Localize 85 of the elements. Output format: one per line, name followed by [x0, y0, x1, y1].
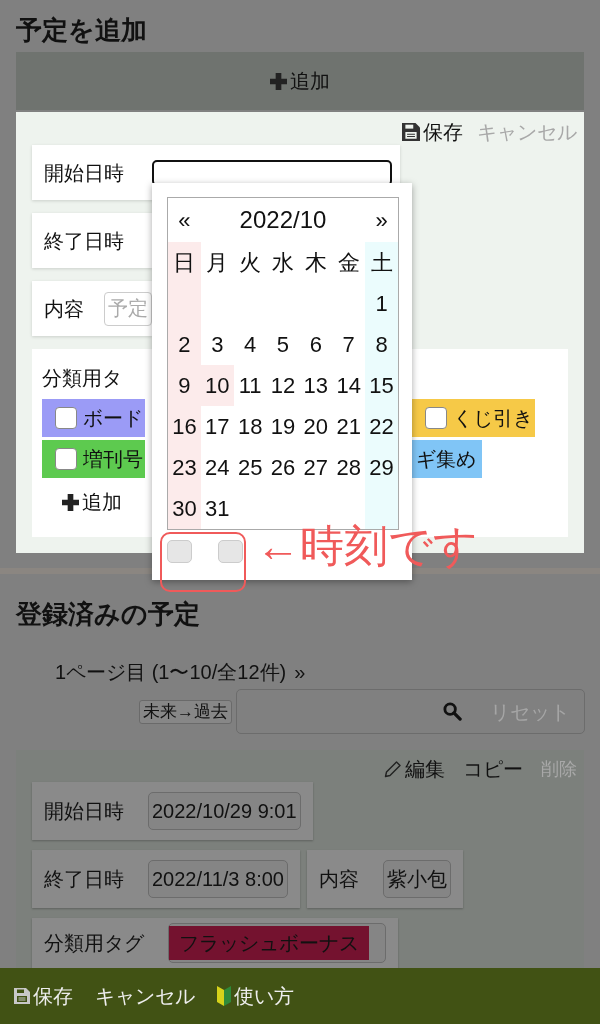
calendar-day[interactable]: 22 — [365, 406, 398, 447]
calendar-day[interactable]: 8 — [365, 324, 398, 365]
calendar-day[interactable]: 26 — [266, 447, 300, 488]
add-tag-button[interactable]: 追加 — [62, 490, 122, 514]
field-label: 内容 — [319, 867, 359, 892]
calendar-day[interactable]: 17 — [200, 406, 234, 447]
calendar-day[interactable]: 10 — [200, 365, 234, 406]
tag-chip[interactable]: くじ引き — [412, 399, 535, 437]
search-icon — [443, 702, 462, 721]
save-icon — [402, 123, 420, 141]
field-value: 2022/10/29 9:01 — [148, 792, 301, 830]
calendar-day[interactable]: 31 — [200, 488, 234, 529]
calendar-day[interactable]: 27 — [299, 447, 333, 488]
tag-chip: フラッシュボーナス — [169, 926, 369, 960]
prev-month-button[interactable]: « — [168, 198, 201, 242]
calendar-day[interactable]: 15 — [365, 365, 398, 406]
checkbox[interactable] — [425, 407, 447, 429]
plus-icon — [270, 72, 287, 90]
save-button[interactable]: 保存 — [14, 981, 73, 1011]
calendar-day[interactable]: 21 — [332, 406, 366, 447]
edit-button[interactable]: 編集 — [384, 756, 445, 782]
tag-group-label: 分類用タ — [42, 366, 122, 391]
section-title: 登録済みの予定 — [14, 598, 201, 631]
save-button[interactable]: 保存 — [402, 119, 463, 145]
field-label: 終了日時 — [44, 228, 124, 254]
calendar-day[interactable]: 16 — [168, 406, 201, 447]
two-tone-mark-icon — [217, 986, 231, 1006]
calendar-day[interactable]: 9 — [168, 365, 201, 406]
calendar-day[interactable]: 19 — [266, 406, 300, 447]
calendar-day[interactable]: 28 — [332, 447, 366, 488]
pager-text: 1ページ目 (1〜10/全12件) — [55, 660, 287, 685]
tag-text: ギ集め — [416, 447, 476, 472]
calendar-day[interactable]: 23 — [168, 447, 201, 488]
field-label: 開始日時 — [44, 160, 124, 186]
calendar-day[interactable]: 29 — [365, 447, 398, 488]
field-label: 終了日時 — [44, 867, 124, 892]
checkbox[interactable] — [55, 448, 77, 470]
copy-button[interactable]: コピー — [463, 756, 523, 782]
tag-text: ボード — [83, 406, 143, 431]
section-title: 予定を追加 — [15, 14, 148, 47]
save-icon — [14, 988, 30, 1004]
calendar-day[interactable]: 13 — [299, 365, 333, 406]
tag-chip[interactable]: ギ集め — [412, 440, 482, 478]
calendar-day[interactable]: 30 — [168, 488, 201, 529]
calendar-day[interactable]: 2 — [168, 324, 201, 365]
field-label: 内容 — [44, 296, 84, 322]
add-button[interactable]: 追加 — [16, 52, 584, 110]
calendar-day[interactable]: 20 — [299, 406, 333, 447]
calendar-day[interactable]: 3 — [200, 324, 234, 365]
weekday-label: 日 — [172, 249, 197, 277]
weekday-label: 水 — [271, 249, 295, 277]
weekday-label: 土 — [369, 249, 394, 277]
calendar-day[interactable]: 11 — [233, 365, 267, 406]
calendar-day[interactable]: 1 — [365, 283, 398, 324]
cancel-button[interactable]: キャンセル — [95, 981, 195, 1011]
weekday-label: 月 — [205, 249, 230, 277]
next-month-button[interactable]: » — [365, 198, 398, 242]
tag-text: 増刊号 — [83, 447, 143, 472]
calendar-day[interactable]: 25 — [233, 447, 267, 488]
calendar-day[interactable]: 5 — [266, 324, 300, 365]
pencil-icon — [384, 760, 402, 778]
help-button[interactable]: 使い方 — [217, 981, 294, 1011]
calendar-day[interactable]: 18 — [233, 406, 267, 447]
calendar-day[interactable]: 4 — [233, 324, 267, 365]
tag-chip[interactable]: ボード — [42, 399, 145, 437]
tag-chip[interactable]: 増刊号 — [42, 440, 145, 478]
field-label: 開始日時 — [44, 799, 124, 824]
month-title: 2022/10 — [238, 205, 328, 235]
weekday-label: 木 — [303, 249, 328, 277]
next-page-link[interactable]: » — [294, 658, 306, 686]
calendar-day[interactable]: 24 — [200, 447, 234, 488]
tag-text: くじ引き — [453, 406, 533, 431]
checkbox[interactable] — [55, 407, 77, 429]
calendar-day[interactable]: 7 — [332, 324, 366, 365]
weekday-label: 金 — [336, 249, 361, 277]
calendar-day[interactable]: 12 — [266, 365, 300, 406]
calendar-day[interactable]: 14 — [332, 365, 366, 406]
weekday-label: 火 — [238, 249, 263, 277]
field-value: 紫小包 — [383, 860, 451, 898]
calendar-day[interactable]: 6 — [299, 324, 333, 365]
field-label: 分類用タグ — [44, 931, 144, 956]
input-field[interactable] — [152, 159, 392, 186]
sort-order-button[interactable]: 未来→過去 — [139, 699, 232, 724]
field-value: 2022/11/3 8:00 — [148, 860, 288, 898]
plus-icon — [62, 493, 79, 511]
